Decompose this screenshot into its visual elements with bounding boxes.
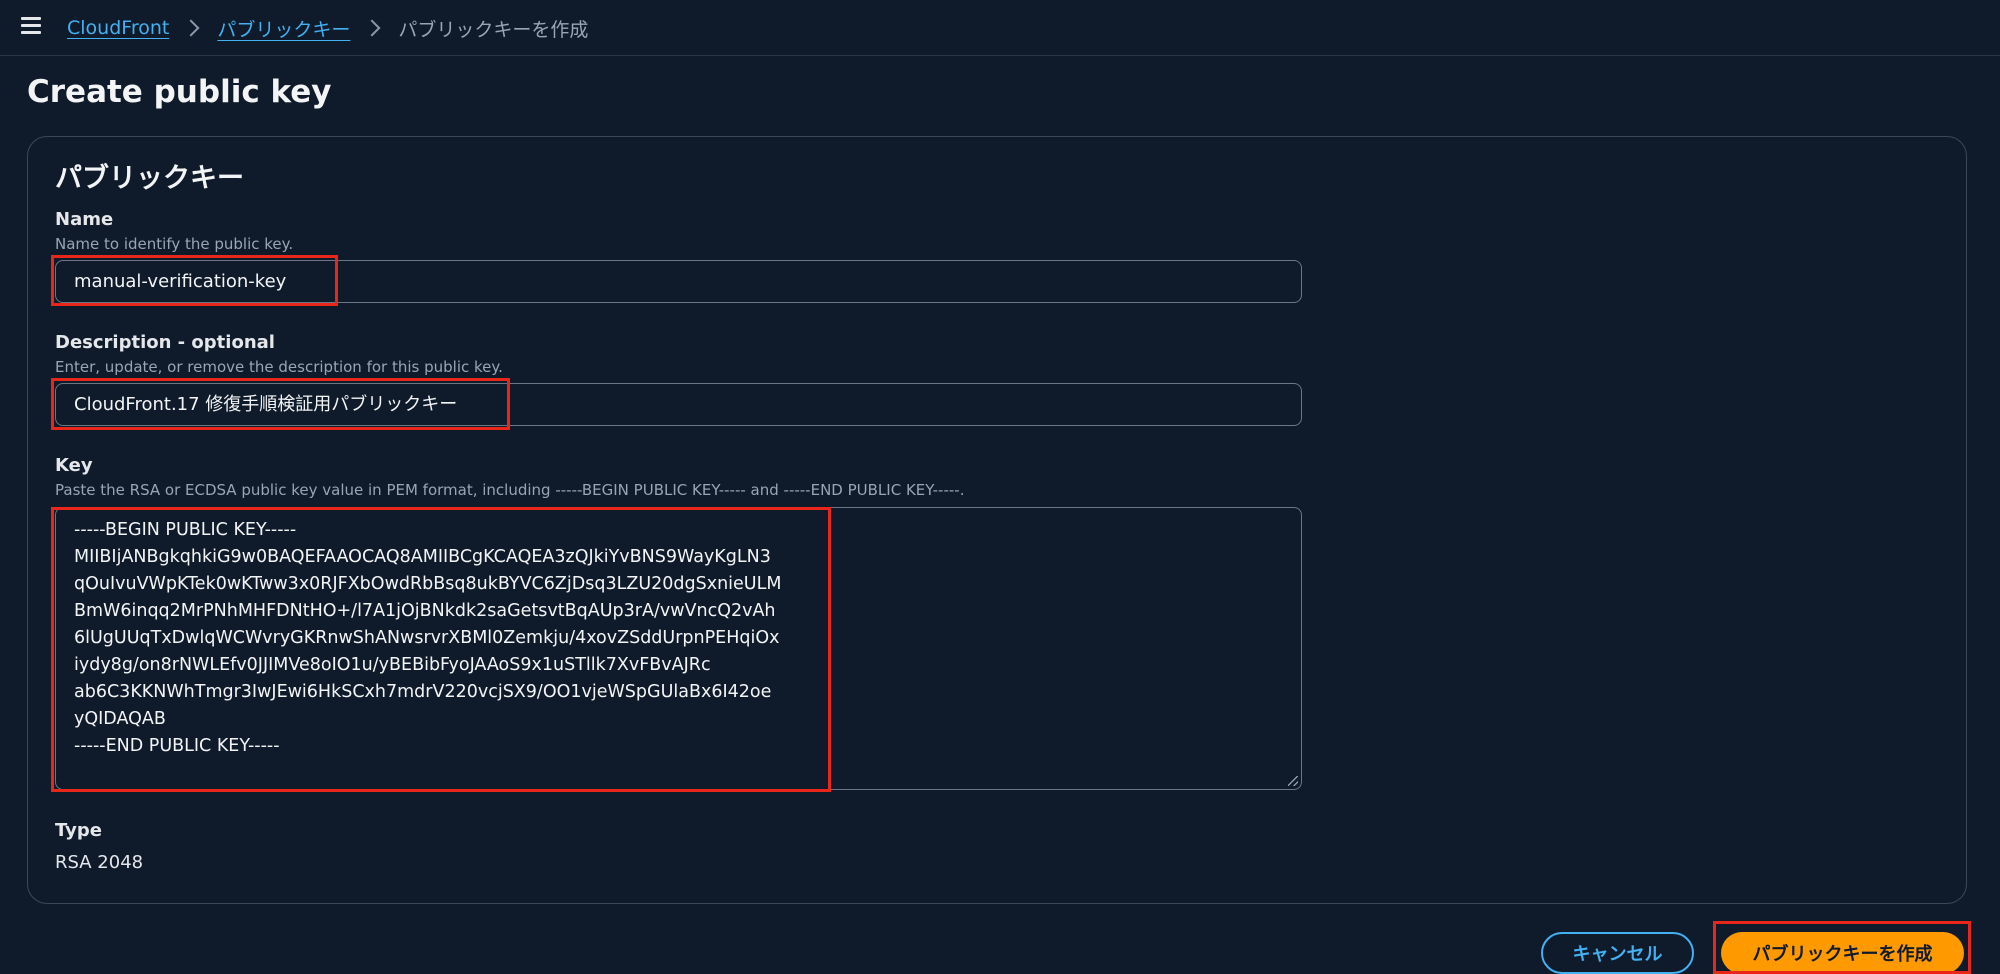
name-description: Name to identify the public key. (55, 235, 294, 253)
type-label: Type (55, 820, 102, 841)
resize-grip-icon[interactable] (1288, 776, 1298, 786)
name-label: Name (55, 209, 114, 230)
key-label: Key (55, 455, 93, 476)
key-line: 6lUgUUqTxDwlqWCWvryGKRnwShANwsrvrXBMl0Ze… (74, 628, 780, 648)
key-line: ab6C3KKNWhTmgr3IwJEwi6HkSCxh7mdrV220vcjS… (74, 682, 772, 702)
description-label: Description - optional (55, 332, 275, 353)
key-line: MIIBIjANBgkqhkiG9w0BAQEFAAOCAQ8AMIIBCgKC… (74, 547, 771, 567)
breadcrumb-current: パブリックキーを作成 (398, 18, 589, 41)
breadcrumb-link-public-keys[interactable]: パブリックキー (217, 15, 350, 42)
key-textarea[interactable]: -----BEGIN PUBLIC KEY----- MIIBIjANBgkqh… (55, 507, 1302, 790)
key-line: iydy8g/on8rNWLEfv0JJIMVe8oIO1u/yBEBibFyo… (74, 655, 711, 675)
chevron-right-icon (363, 19, 381, 37)
type-value: RSA 2048 (55, 852, 144, 873)
key-line: -----BEGIN PUBLIC KEY----- (74, 520, 297, 540)
page-title: Create public key (27, 74, 332, 110)
cancel-button[interactable]: キャンセル (1541, 932, 1694, 974)
description-input[interactable]: CloudFront.17 修復手順検証用パブリックキー (55, 383, 1302, 426)
section-title: パブリックキー (55, 163, 244, 194)
description-help: Enter, update, or remove the description… (55, 358, 503, 376)
key-description: Paste the RSA or ECDSA public key value … (55, 481, 965, 499)
top-bar: CloudFront パブリックキー パブリックキーを作成 (0, 0, 2000, 56)
name-input[interactable]: manual-verification-key (55, 260, 1302, 303)
key-line: yQIDAQAB (74, 709, 166, 729)
create-public-key-button[interactable]: パブリックキーを作成 (1721, 932, 1964, 974)
key-line: BmW6inqq2MrPNhMHFDNtHO+/l7A1jOjBNkdk2saG… (74, 601, 776, 621)
chevron-right-icon (182, 19, 200, 37)
hamburger-menu-icon[interactable] (21, 17, 41, 35)
breadcrumb-link-cloudfront[interactable]: CloudFront (67, 17, 169, 39)
key-line: -----END PUBLIC KEY----- (74, 736, 280, 756)
key-line: qOuIvuVWpKTek0wKTww3x0RJFXbOwdRbBsq8ukBY… (74, 574, 782, 594)
breadcrumb: CloudFront パブリックキー パブリックキーを作成 (67, 13, 588, 43)
